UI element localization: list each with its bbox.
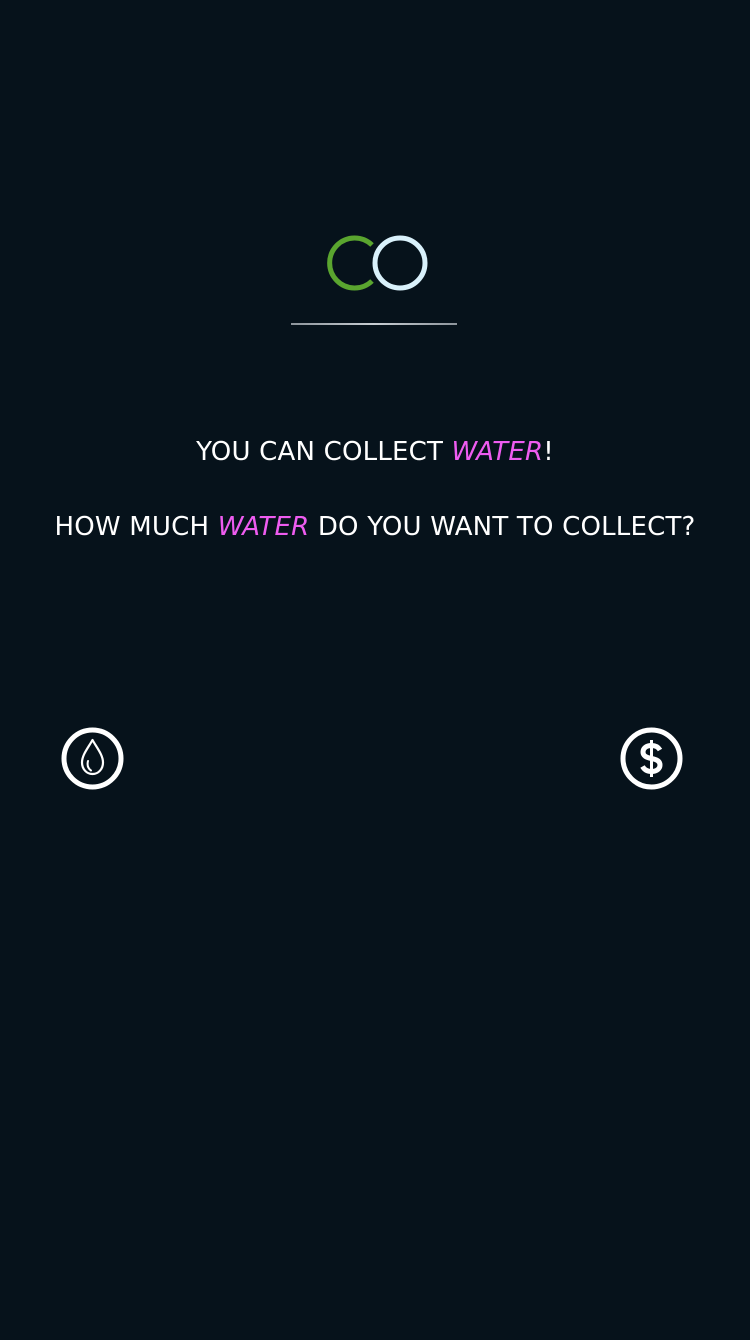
dollar-icon	[620, 727, 683, 790]
logo-divider	[291, 323, 457, 325]
app-logo	[327, 235, 428, 291]
heading-water-accent: WATER	[451, 437, 544, 467]
logo-left-ring	[327, 235, 374, 291]
collect-water-heading: YOU CAN COLLECT WATER!	[0, 435, 750, 469]
heading-text-prefix: YOU CAN COLLECT	[196, 437, 452, 467]
water-drop-icon	[61, 727, 124, 790]
logo-right-ring	[372, 235, 428, 291]
money-option-button[interactable]	[620, 727, 683, 790]
question-text-suffix: DO YOU WANT TO COLLECT?	[309, 512, 696, 542]
water-option-button[interactable]	[61, 727, 124, 790]
heading-text-suffix: !	[543, 437, 554, 467]
question-water-accent: WATER	[217, 512, 310, 542]
collect-amount-question: HOW MUCH WATER DO YOU WANT TO COLLECT?	[0, 510, 750, 544]
question-text-prefix: HOW MUCH	[54, 512, 218, 542]
